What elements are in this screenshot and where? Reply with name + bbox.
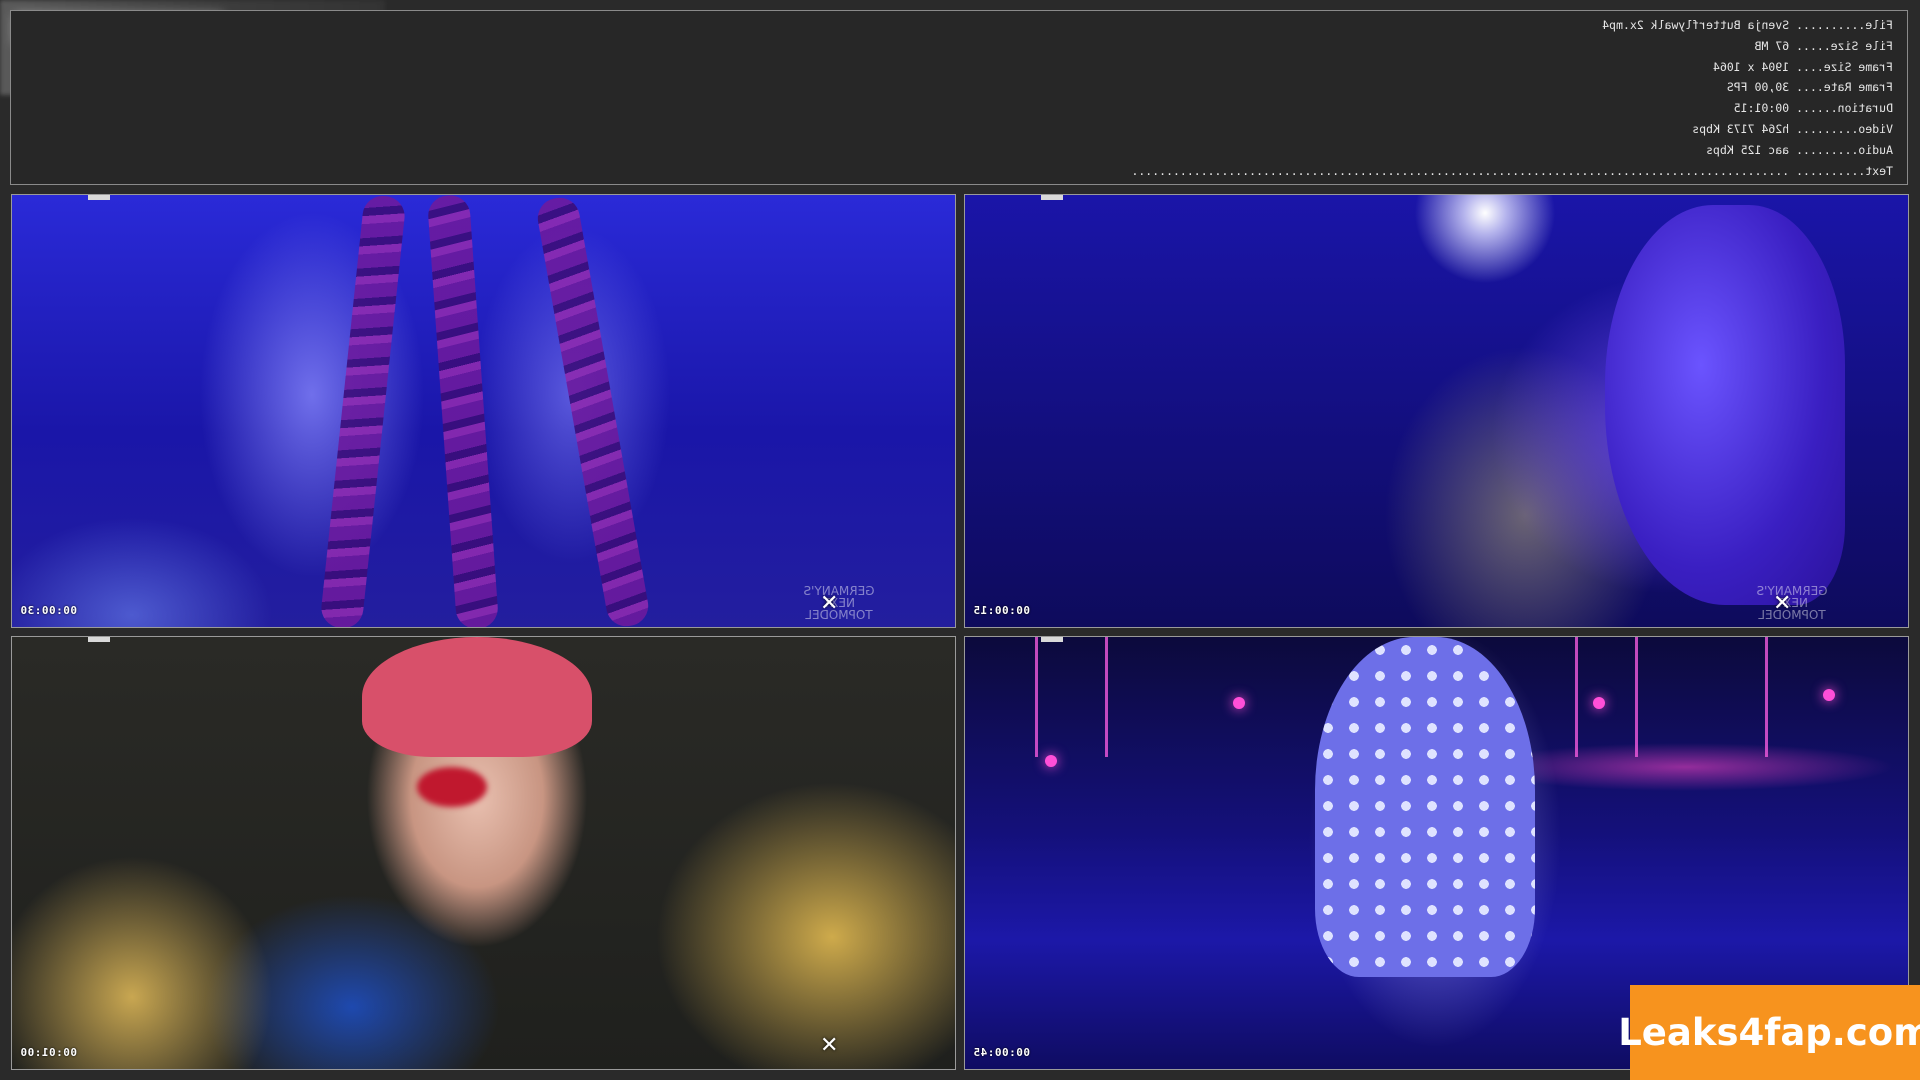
frame-marker bbox=[88, 195, 110, 200]
close-icon[interactable]: ✕ bbox=[820, 593, 838, 615]
media-info-panel: File.......... Svenja Butterflywalk 2x.m… bbox=[10, 10, 1908, 185]
info-frame-size: Frame Size.... 1904 x 1064 bbox=[1712, 59, 1893, 74]
video-thumbnail-1[interactable]: GERMANY'S NEXT TOPMODEL ✕ 00:00:30 bbox=[11, 194, 956, 628]
face-paint bbox=[417, 767, 487, 807]
stage-light bbox=[1575, 637, 1578, 757]
pink-light bbox=[1823, 689, 1835, 701]
info-video: Video......... h264 7173 Kbps bbox=[1692, 121, 1893, 136]
info-frame-rate: Frame Rate.... 30,00 FPS bbox=[1726, 80, 1893, 95]
frame-marker bbox=[1041, 637, 1063, 642]
stage-light bbox=[1035, 637, 1038, 757]
site-watermark: Leaks4fap.com bbox=[1618, 985, 1920, 1080]
pink-light bbox=[1233, 697, 1245, 709]
stage-light bbox=[1765, 637, 1768, 757]
stage-light bbox=[1105, 637, 1108, 757]
info-file-size: File Size..... 67 MB bbox=[1754, 38, 1893, 53]
show-logo-overlay: GERMANY'S NEXT TOPMODEL bbox=[1756, 584, 1828, 622]
frame-marker bbox=[88, 637, 110, 642]
timestamp: 00:00:15 bbox=[973, 604, 1030, 617]
video-thumbnail-2[interactable]: GERMANY'S NEXT TOPMODEL ✕ 00:00:15 bbox=[964, 194, 1909, 628]
timestamp: 00:00:30 bbox=[20, 604, 77, 617]
close-icon[interactable]: ✕ bbox=[1773, 593, 1791, 615]
info-text: Text.......... .........................… bbox=[1131, 163, 1893, 178]
media-info-text: File.......... Svenja Butterflywalk 2x.m… bbox=[893, 15, 1893, 181]
timestamp: 00:01:00 bbox=[20, 1046, 77, 1059]
stage-light bbox=[1635, 637, 1638, 757]
info-file: File.......... Svenja Butterflywalk 2x.m… bbox=[1602, 18, 1893, 32]
show-logo-overlay: GERMANY'S NEXT TOPMODEL bbox=[803, 584, 875, 622]
model-hair bbox=[362, 637, 592, 757]
model-costume bbox=[1315, 637, 1535, 977]
video-thumbnail-3[interactable]: ✕ 00:01:00 bbox=[11, 636, 956, 1070]
pink-light bbox=[1593, 697, 1605, 709]
info-audio: Audio......... aac 125 Kbps bbox=[1706, 142, 1893, 157]
close-icon[interactable]: ✕ bbox=[820, 1035, 838, 1057]
info-duration: Duration...... 00:01:15 bbox=[1733, 101, 1893, 116]
model-face bbox=[1605, 205, 1845, 605]
pink-light bbox=[1045, 755, 1057, 767]
timestamp: 00:00:45 bbox=[973, 1046, 1030, 1059]
frame-marker bbox=[1041, 195, 1063, 200]
